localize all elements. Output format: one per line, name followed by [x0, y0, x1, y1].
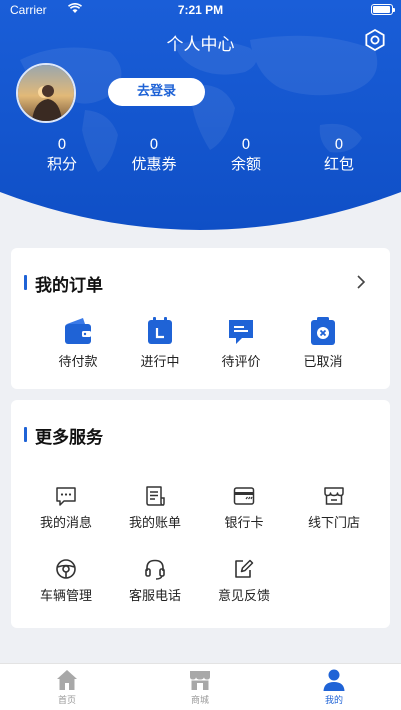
services-title: 更多服务: [35, 428, 103, 448]
service-customer-hotline[interactable]: 客服电话: [115, 558, 195, 604]
settings-icon[interactable]: [363, 28, 387, 52]
comment-icon: [229, 320, 253, 344]
feedback-icon: [235, 559, 254, 578]
service-label: 银行卡: [224, 516, 264, 531]
status-time: 7:21 PM: [177, 3, 224, 17]
wallet-icon: [65, 318, 91, 344]
stat-balance[interactable]: 0 余额: [206, 136, 286, 174]
battery-icon: [371, 4, 395, 15]
title-accent-bar: [24, 275, 27, 290]
order-item-in-progress[interactable]: 进行中: [120, 316, 200, 370]
tab-label: 首页: [57, 696, 76, 706]
service-label: 车辆管理: [39, 589, 92, 604]
store-icon: [324, 487, 344, 505]
stat-value: 0: [334, 137, 344, 153]
shop-icon: [190, 671, 210, 690]
stat-value: 0: [149, 137, 159, 153]
stat-value: 0: [57, 137, 67, 153]
home-icon: [57, 670, 77, 690]
title-accent-bar: [24, 427, 27, 442]
tab-home[interactable]: 首页: [37, 668, 97, 706]
chevron-right-icon[interactable]: [354, 275, 368, 289]
tab-mine[interactable]: 我的: [304, 668, 364, 706]
user-icon: [323, 669, 345, 691]
page-title: 个人中心: [166, 35, 235, 55]
calendar-icon: [148, 317, 172, 344]
message-icon: [56, 487, 76, 506]
service-label: 我的账单: [128, 516, 181, 531]
service-label: 意见反馈: [217, 589, 270, 604]
service-my-bills[interactable]: 我的账单: [115, 485, 195, 531]
steering-wheel-icon: [56, 559, 76, 579]
orders-card: 我的订单 待付款 进行中 待评价 已取消: [11, 248, 390, 389]
service-offline-store[interactable]: 线下门店: [294, 485, 374, 531]
service-feedback[interactable]: 意见反馈: [204, 558, 284, 604]
avatar-image: [18, 65, 74, 121]
bank-card-icon: [233, 487, 255, 505]
tab-label: 商城: [190, 696, 209, 706]
service-my-messages[interactable]: 我的消息: [26, 485, 106, 531]
order-item-pending-payment[interactable]: 待付款: [38, 316, 118, 370]
service-label: 客服电话: [128, 589, 181, 604]
order-item-label: 待付款: [58, 355, 98, 370]
login-button[interactable]: 去登录: [108, 78, 205, 106]
services-card: 更多服务 我的消息 我的账单 银行卡 线下门店 车辆管理 客服电话 意见反馈: [11, 400, 390, 628]
service-label: 我的消息: [39, 516, 92, 531]
order-item-to-review[interactable]: 待评价: [201, 316, 281, 370]
tab-label: 我的: [324, 696, 343, 706]
service-bank-card[interactable]: 银行卡: [204, 485, 284, 531]
stat-label: 余额: [230, 155, 261, 173]
order-item-label: 已取消: [303, 355, 343, 370]
stat-coupons[interactable]: 0 优惠券: [114, 136, 194, 174]
service-vehicle-management[interactable]: 车辆管理: [26, 558, 106, 604]
stat-red-packets[interactable]: 0 红包: [299, 136, 379, 174]
account-stats: 0 积分 0 优惠券 0 余额 0 红包: [0, 136, 401, 176]
order-item-label: 进行中: [140, 355, 180, 370]
headset-icon: [145, 559, 165, 580]
service-label: 线下门店: [307, 516, 360, 531]
profile-header: Carrier 7:21 PM 个人中心 去登录 0 积分 0 优惠券 0 余额…: [0, 0, 401, 248]
stat-points[interactable]: 0 积分: [22, 136, 102, 174]
status-bar: Carrier 7:21 PM: [0, 0, 401, 20]
order-item-label: 待评价: [221, 355, 261, 370]
stat-label: 优惠券: [131, 155, 177, 173]
avatar[interactable]: [16, 63, 76, 123]
stat-label: 积分: [46, 155, 77, 173]
order-item-cancelled[interactable]: 已取消: [283, 316, 363, 370]
stat-value: 0: [241, 137, 251, 153]
orders-title: 我的订单: [35, 276, 103, 296]
tab-shop[interactable]: 商城: [170, 668, 230, 706]
tab-bar: 首页 商城 我的: [0, 663, 401, 710]
bill-icon: [146, 486, 165, 506]
cancel-icon: [311, 317, 335, 345]
stat-label: 红包: [323, 155, 354, 173]
